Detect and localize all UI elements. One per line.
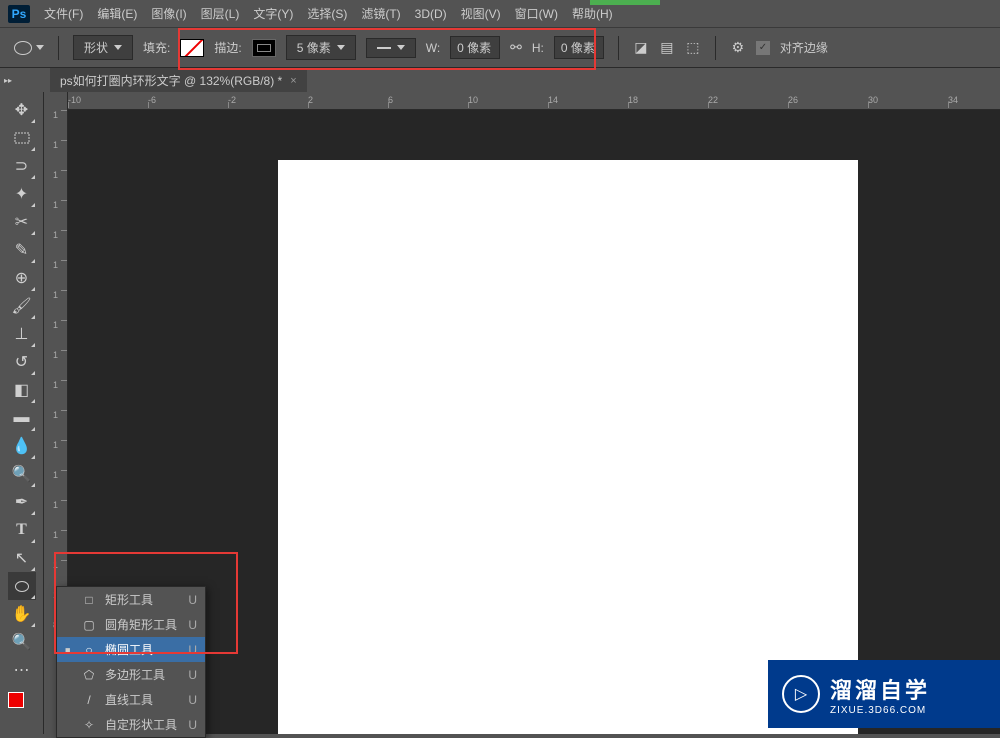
gear-icon[interactable]: ⚙ [730, 40, 746, 56]
tool-indicator[interactable] [14, 41, 44, 55]
hand-tool[interactable]: ✋ [8, 600, 36, 628]
path-select-tool[interactable]: ↖ [8, 544, 36, 572]
caret-icon [397, 45, 405, 50]
more-tool[interactable]: ⋯ [8, 656, 36, 684]
align-edges-label: 对齐边缘 [780, 39, 828, 56]
tabbar: ▸▸ ps如何打圈内环形文字 @ 132%(RGB/8) * × [0, 68, 1000, 92]
menu-select[interactable]: 选择(S) [307, 5, 347, 22]
expand-icon[interactable]: ▸▸ [4, 76, 12, 85]
watermark-title: 溜溜自学 [830, 673, 930, 705]
menu-image[interactable]: 图像(I) [151, 5, 186, 22]
fill-swatch[interactable] [180, 39, 204, 57]
fill-label: 填充: [143, 39, 170, 56]
stroke-style-select[interactable] [366, 38, 416, 58]
menu-filter[interactable]: 滤镜(T) [361, 5, 400, 22]
caret-icon [36, 45, 44, 50]
stamp-tool[interactable]: ⊥ [8, 320, 36, 348]
canvas[interactable] [278, 160, 858, 734]
play-icon: ▷ [782, 675, 820, 713]
flyout-item-0[interactable]: □矩形工具U [57, 587, 205, 612]
menu-help[interactable]: 帮助(H) [572, 5, 613, 22]
flyout-item-5[interactable]: ✧自定形状工具U [57, 712, 205, 737]
type-tool[interactable]: T [8, 516, 36, 544]
height-label: H: [532, 41, 544, 55]
align-edges-checkbox[interactable]: ✓ [756, 41, 770, 55]
stroke-swatch[interactable] [252, 39, 276, 57]
menu-file[interactable]: 文件(F) [44, 5, 83, 22]
align-icon[interactable]: ▤ [659, 40, 675, 56]
eyedropper-tool[interactable]: ✎ [8, 236, 36, 264]
menubar: Ps 文件(F) 编辑(E) 图像(I) 图层(L) 文字(Y) 选择(S) 滤… [0, 0, 1000, 28]
stroke-width-input[interactable]: 5 像素 [286, 35, 356, 60]
menu-3d[interactable]: 3D(D) [415, 7, 447, 21]
menu-edit[interactable]: 编辑(E) [97, 5, 137, 22]
tab-close-icon[interactable]: × [290, 75, 296, 87]
tab-title: ps如何打圈内环形文字 @ 132%(RGB/8) * [60, 72, 282, 89]
brush-tool[interactable]: 🖌 [8, 292, 36, 320]
shape-tool-flyout: □矩形工具U▢圆角矩形工具U■○椭圆工具U⬠多边形工具U/直线工具U✧自定形状工… [56, 586, 206, 738]
dodge-tool[interactable]: 🔍 [8, 460, 36, 488]
solid-line-icon [377, 47, 391, 49]
options-bar: 形状 填充: 描边: 5 像素 W: 0 像素 ⚯ H: 0 像素 ◪ ▤ ⬚ … [0, 28, 1000, 68]
menu-view[interactable]: 视图(V) [461, 5, 501, 22]
history-brush-tool[interactable]: ↺ [8, 348, 36, 376]
lasso-tool[interactable]: ⊃ [8, 152, 36, 180]
menu-layer[interactable]: 图层(L) [201, 5, 240, 22]
mode-label: 形状 [84, 39, 108, 56]
arrange-icon[interactable]: ⬚ [685, 40, 701, 56]
path-ops-icon[interactable]: ◪ [633, 40, 649, 56]
watermark-url: ZIXUE.3D66.COM [830, 705, 930, 716]
menu-window[interactable]: 窗口(W) [515, 5, 558, 22]
height-input[interactable]: 0 像素 [554, 36, 604, 59]
flyout-item-1[interactable]: ▢圆角矩形工具U [57, 612, 205, 637]
flyout-item-2[interactable]: ■○椭圆工具U [57, 637, 205, 662]
menu-type[interactable]: 文字(Y) [253, 5, 293, 22]
watermark: ▷ 溜溜自学 ZIXUE.3D66.COM [768, 660, 1000, 728]
gradient-tool[interactable]: ▬ [8, 404, 36, 432]
width-label: W: [426, 41, 440, 55]
canvas-area[interactable]: -10-6-22610141822263034 [68, 92, 1000, 734]
pen-tool[interactable]: ✒ [8, 488, 36, 516]
app-logo: Ps [8, 5, 30, 23]
toolbox: ✥ ⊃ ✦ ✂ ✎ ⊕ 🖌 ⊥ ↺ ◧ ▬ 💧 🔍 ✒ T ↖ ✋ 🔍 ⋯ [0, 92, 44, 734]
heal-tool[interactable]: ⊕ [8, 264, 36, 292]
wand-tool[interactable]: ✦ [8, 180, 36, 208]
crop-tool[interactable]: ✂ [8, 208, 36, 236]
mode-select[interactable]: 形状 [73, 35, 133, 60]
ruler-horizontal: -10-6-22610141822263034 [68, 92, 1000, 110]
stroke-label: 描边: [214, 39, 241, 56]
blur-tool[interactable]: 💧 [8, 432, 36, 460]
link-icon[interactable]: ⚯ [510, 39, 522, 56]
width-input[interactable]: 0 像素 [450, 36, 500, 59]
flyout-item-3[interactable]: ⬠多边形工具U [57, 662, 205, 687]
move-tool[interactable]: ✥ [8, 96, 36, 124]
caret-icon [337, 45, 345, 50]
ellipse-icon [14, 41, 32, 55]
color-swatches[interactable] [8, 692, 36, 716]
flyout-item-4[interactable]: /直线工具U [57, 687, 205, 712]
caret-icon [114, 45, 122, 50]
shape-tool[interactable] [8, 572, 36, 600]
marquee-tool[interactable] [8, 124, 36, 152]
zoom-tool[interactable]: 🔍 [8, 628, 36, 656]
eraser-tool[interactable]: ◧ [8, 376, 36, 404]
document-tab[interactable]: ps如何打圈内环形文字 @ 132%(RGB/8) * × [50, 67, 307, 93]
